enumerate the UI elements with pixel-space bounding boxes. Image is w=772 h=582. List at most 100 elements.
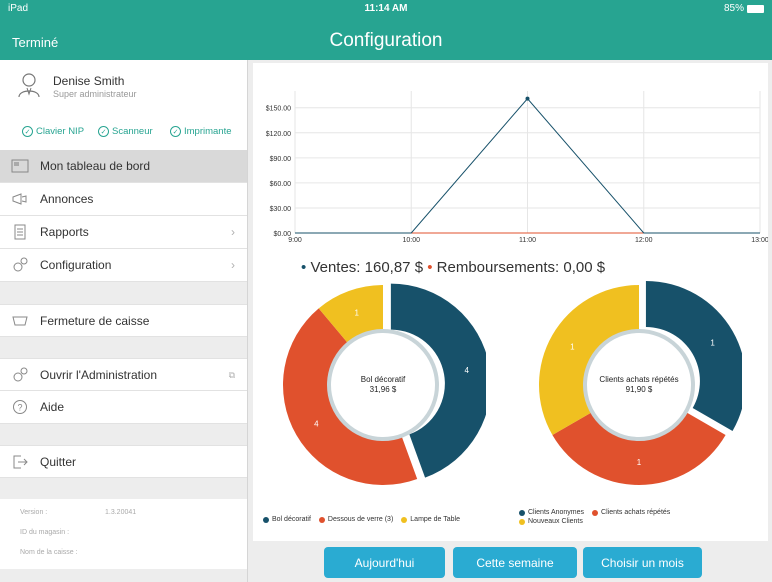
sidebar-item-label: Ouvrir l'Administration [40,367,157,382]
legend-label: Nouveaux Clients [528,518,583,525]
products-legend: Bol décoratif Dessous de verre (3) Lampe d… [263,516,503,523]
legend-item: Dessous de verre (3) [318,516,394,523]
battery-icon [747,5,764,13]
legend-item: Clients achats répétés [592,509,670,516]
sidebar: Denise Smith Super administrateur ✓ Clav… [0,60,248,582]
check-icon: ✓ [170,126,181,137]
sales-summary: • Ventes: 160,87 $ • Remboursements: 0,0… [301,259,605,276]
sidebar-item-label: Aide [40,400,65,414]
store-id-label: ID du magasin : [20,529,70,536]
device-label-scanner: Scanneur [112,126,153,137]
version-value: 1.3.20041 [105,509,137,516]
help-icon: ? [0,399,40,415]
version-info: Version : 1.3.20041 ID du magasin : Nom … [0,499,247,569]
legend-item: Lampe de Table [401,516,460,523]
legend-label: Clients achats répétés [601,509,671,516]
chevron-right-icon: › [231,258,235,272]
document-icon [0,224,40,240]
legend-swatch [318,516,325,523]
sales-total: Ventes: 160,87 $ [310,259,424,276]
legend-swatch [519,509,525,516]
register-icon [0,314,40,328]
version-label: Version : [20,509,48,516]
megaphone-icon [0,192,40,206]
svg-text:?: ? [17,403,22,413]
y-tick-label: $90.00 [270,156,292,163]
legend-item: Bol décoratif [263,516,311,523]
x-tick-label: 12:00 [635,237,653,244]
today-button[interactable]: Aujourd'hui [324,547,445,578]
legend-item: Nouveaux Clients [519,518,583,525]
sidebar-item-label: Configuration [40,258,112,272]
y-tick-label: $120.00 [266,131,291,138]
gear-icon [0,257,40,273]
legend-label: Lampe de Table [410,516,460,523]
donut-center-title: Clients achats répétés [599,375,678,384]
slice-value-label: 1 [354,309,359,318]
sidebar-item-quit[interactable]: Quitter [0,445,247,478]
user-card: Denise Smith Super administrateur ✓ Clav… [0,60,247,152]
battery-level: 85% [723,3,744,14]
sales-bullet-icon: • [301,259,307,276]
sidebar-item-open-admin[interactable]: Ouvrir l'Administration ⧉ [0,358,247,391]
sidebar-item-label: Quitter [40,454,77,469]
customers-donut-chart: 1 1 1 Clients achats répétés91,90 $ [539,281,742,485]
slice-value-label: 4 [314,420,319,429]
check-icon: ✓ [22,126,33,137]
donut-center-title: Bol décoratif [361,375,406,384]
legend-swatch [263,516,269,523]
slice-value-label: 1 [637,458,642,467]
customers-legend: Clients Anonymes Clients achats répétés No… [519,509,729,525]
x-tick-label: 13:00 [751,237,768,244]
sidebar-item-label: Fermeture de caisse [40,313,150,328]
user-avatar-icon [18,73,40,98]
status-time: 11:14 AM [364,3,408,14]
refunds-total: Remboursements: 0,00 $ [436,259,606,276]
chevron-right-icon: › [231,225,235,239]
device-status-scanner: ✓ Scanneur [98,126,153,137]
x-tick-label: 9:00 [288,237,302,244]
logout-icon [0,454,40,470]
dashboard-main: $0.00 $30.00 $60.00 $90.00 $120.00 $150.00 9:0… [250,60,772,582]
x-tick-label: 10:00 [402,237,420,244]
legend-label: Bol décoratif [272,516,311,523]
sidebar-item-close-register[interactable]: Fermeture de caisse [0,304,247,337]
sidebar-item-label: Annonces [40,192,94,206]
this-week-button[interactable]: Cette semaine [453,547,577,578]
y-tick-label: $60.00 [270,181,292,188]
x-tick-label: 11:00 [519,237,536,244]
legend-swatch [592,509,599,516]
top-bar: iPad 11:14 AM 85% Terminé Configuration [0,0,772,60]
y-tick-label: $30.00 [270,206,292,213]
device-label-pinpad: Clavier NIP [36,126,85,137]
sidebar-item-reports[interactable]: Rapports › [0,216,247,249]
donut-center-value: 31,96 $ [370,385,397,394]
legend-item: Clients Anonymes [519,509,584,516]
user-role: Super administrateur [53,89,137,99]
choose-month-button[interactable]: Choisir un mois [583,547,702,578]
sidebar-item-label: Rapports [40,225,89,239]
device-label-printer: Imprimante [184,126,232,137]
legend-label: Dessous de verre (3) [327,516,394,523]
sidebar-item-announcements[interactable]: Annonces [0,183,247,216]
device-status-printer: ✓ Imprimante [170,126,232,137]
y-tick-label: $150.00 [266,106,291,113]
sidebar-item-dashboard[interactable]: Mon tableau de bord [0,150,247,183]
legend-label: Clients Anonymes [528,509,585,516]
gear-icon [0,367,40,383]
sidebar-item-configuration[interactable]: Configuration › [0,249,247,282]
slice-value-label: 4 [464,366,469,375]
check-icon: ✓ [98,126,109,137]
legend-swatch [519,518,525,525]
sidebar-item-help[interactable]: ? Aide [0,391,247,424]
register-name-label: Nom de la caisse : [20,549,78,556]
sidebar-item-label: Mon tableau de bord [40,159,151,173]
products-donut-chart: 4 4 1 Bol décoratif31,96 $ [283,283,486,485]
external-link-icon: ⧉ [228,370,235,380]
legend-swatch [401,516,408,523]
data-point [525,96,530,101]
refunds-bullet-icon: • [427,259,433,276]
line-chart: $0.00$30.00$60.00$90.00$120.00$150.009:0… [266,91,768,244]
page-title: Configuration [329,30,443,51]
dashboard-icon [0,159,40,173]
